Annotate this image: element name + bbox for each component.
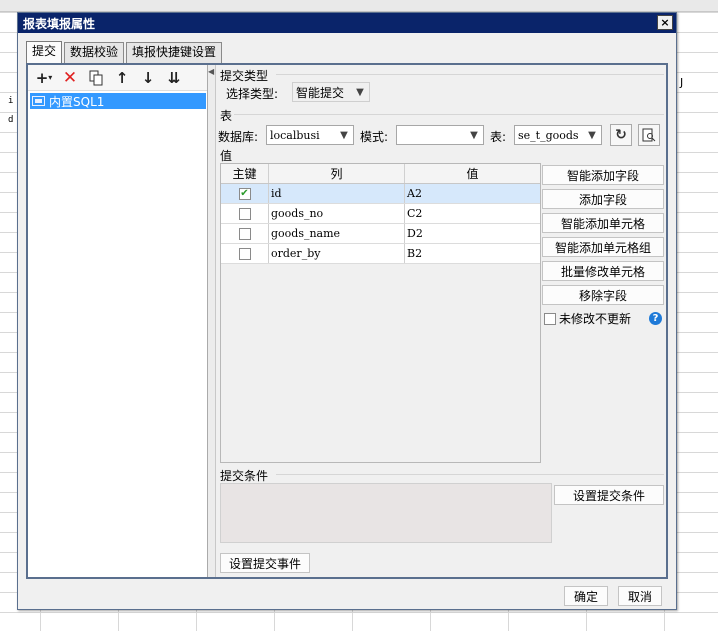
help-icon[interactable]: ? xyxy=(649,312,662,325)
preview-table-button[interactable] xyxy=(638,124,660,146)
schema-select[interactable]: ▼ xyxy=(396,125,484,145)
add-icon[interactable]: + ▾ xyxy=(32,67,56,89)
add-field-button[interactable]: 添加字段 xyxy=(542,189,664,209)
cell-fragment: d xyxy=(8,115,14,125)
column-header-value: 值 xyxy=(466,167,479,181)
chevron-down-icon: ▼ xyxy=(470,129,478,141)
tab-content: + ▾ ✕ ↑ ↓ ⇊ 内置SQL1 ◀ 提交类型 选择类型: 智能提交 ▼ 表… xyxy=(26,63,668,579)
report-fill-properties-dialog: 报表填报属性 × 提交 数据校验 填报快捷键设置 + ▾ ✕ ↑ ↓ ⇊ 内置SQ… xyxy=(17,12,677,610)
submit-list-panel: + ▾ ✕ ↑ ↓ ⇊ 内置SQL1 xyxy=(28,65,208,577)
no-update-option[interactable]: 未修改不更新 xyxy=(544,310,631,327)
datasource-icon xyxy=(32,96,45,106)
value-cell[interactable]: D2 xyxy=(405,224,540,243)
chevron-down-icon: ▼ xyxy=(340,129,348,141)
table-row[interactable]: order_by B2 xyxy=(221,244,540,264)
table-header: 主键 列 值 xyxy=(221,164,540,184)
list-item-label: 内置SQL1 xyxy=(49,94,105,109)
move-up-icon[interactable]: ↑ xyxy=(110,67,134,89)
close-button[interactable]: × xyxy=(657,15,673,30)
move-bottom-icon[interactable]: ⇊ xyxy=(162,67,186,89)
list-item-sql1[interactable]: 内置SQL1 xyxy=(30,93,206,109)
column-cell[interactable]: goods_no xyxy=(269,204,405,223)
tab-bar: 提交 数据校验 填报快捷键设置 xyxy=(26,41,224,63)
select-type-label: 选择类型: xyxy=(226,87,279,101)
tab-data-validation[interactable]: 数据校验 xyxy=(64,42,125,63)
column-cell[interactable]: goods_name xyxy=(269,224,405,243)
panel-splitter[interactable]: ◀ xyxy=(208,65,216,577)
database-select[interactable]: localbusi ▼ xyxy=(266,125,354,145)
no-update-label: 未修改不更新 xyxy=(559,312,632,326)
table-value: se_t_goods xyxy=(518,128,579,142)
condition-section-title: 提交条件 xyxy=(220,469,269,483)
database-value: localbusi xyxy=(270,128,320,142)
spreadsheet-header xyxy=(0,0,718,12)
condition-preview xyxy=(220,483,552,543)
primary-key-checkbox[interactable] xyxy=(238,247,251,260)
database-label: 数据库: xyxy=(218,130,259,144)
table-select[interactable]: se_t_goods ▼ xyxy=(514,125,602,145)
submit-type-value: 智能提交 xyxy=(296,85,345,100)
refresh-button[interactable]: ↻ xyxy=(610,124,632,146)
cell-fragment: i xyxy=(8,96,14,106)
section-divider xyxy=(276,74,664,75)
value-cell[interactable]: A2 xyxy=(405,184,540,203)
value-cell[interactable]: B2 xyxy=(405,244,540,263)
section-divider xyxy=(234,114,664,115)
smart-add-field-button[interactable]: 智能添加字段 xyxy=(542,165,664,185)
collapse-arrow-icon[interactable]: ◀ xyxy=(208,67,214,76)
column-cell[interactable]: order_by xyxy=(269,244,405,263)
ok-button[interactable]: 确定 xyxy=(564,586,608,606)
column-cell[interactable]: id xyxy=(269,184,405,203)
schema-label: 模式: xyxy=(360,130,389,144)
move-down-icon[interactable]: ↓ xyxy=(136,67,160,89)
list-toolbar: + ▾ ✕ ↑ ↓ ⇊ xyxy=(28,65,207,91)
search-document-icon xyxy=(642,128,656,142)
remove-field-button[interactable]: 移除字段 xyxy=(542,285,664,305)
refresh-icon: ↻ xyxy=(615,127,627,143)
primary-key-checkbox[interactable] xyxy=(238,227,251,240)
field-mapping-table: 主键 列 值 ✔ id A2 goods_no C2 goods_name D2… xyxy=(220,163,541,463)
delete-icon[interactable]: ✕ xyxy=(58,67,82,89)
cancel-button[interactable]: 取消 xyxy=(618,586,662,606)
table-row[interactable]: goods_name D2 xyxy=(221,224,540,244)
set-event-button[interactable]: 设置提交事件 xyxy=(220,553,310,573)
value-cell[interactable]: C2 xyxy=(405,204,540,223)
column-header-column: 列 xyxy=(269,164,405,183)
tab-shortcut-settings[interactable]: 填报快捷键设置 xyxy=(126,42,223,63)
submit-type-title: 提交类型 xyxy=(220,69,269,83)
chevron-down-icon: ▼ xyxy=(356,86,364,98)
submit-settings-panel: 提交类型 选择类型: 智能提交 ▼ 表 数据库: localbusi ▼ 模式:… xyxy=(218,65,666,577)
no-update-checkbox[interactable] xyxy=(544,312,556,325)
chevron-down-icon: ▼ xyxy=(588,129,596,141)
column-header-key: 主键 xyxy=(221,164,269,183)
table-section-title: 表 xyxy=(220,109,233,123)
smart-add-cell-group-button[interactable]: 智能添加单元格组 xyxy=(542,237,664,257)
section-divider xyxy=(276,474,664,475)
value-section-title: 值 xyxy=(220,149,233,163)
copy-icon[interactable] xyxy=(84,67,108,89)
table-row[interactable]: ✔ id A2 xyxy=(221,184,540,204)
column-header-j: J xyxy=(680,76,684,89)
table-label: 表: xyxy=(490,130,507,144)
submit-type-select[interactable]: 智能提交 ▼ xyxy=(292,82,370,102)
batch-modify-cell-button[interactable]: 批量修改单元格 xyxy=(542,261,664,281)
smart-add-cell-button[interactable]: 智能添加单元格 xyxy=(542,213,664,233)
tab-submit[interactable]: 提交 xyxy=(26,41,63,63)
dialog-title: 报表填报属性 xyxy=(23,16,96,31)
set-condition-button[interactable]: 设置提交条件 xyxy=(554,485,664,505)
primary-key-checkbox[interactable]: ✔ xyxy=(238,187,251,200)
table-row[interactable]: goods_no C2 xyxy=(221,204,540,224)
primary-key-checkbox[interactable] xyxy=(238,207,251,220)
dialog-titlebar: 报表填报属性 × xyxy=(18,13,676,33)
